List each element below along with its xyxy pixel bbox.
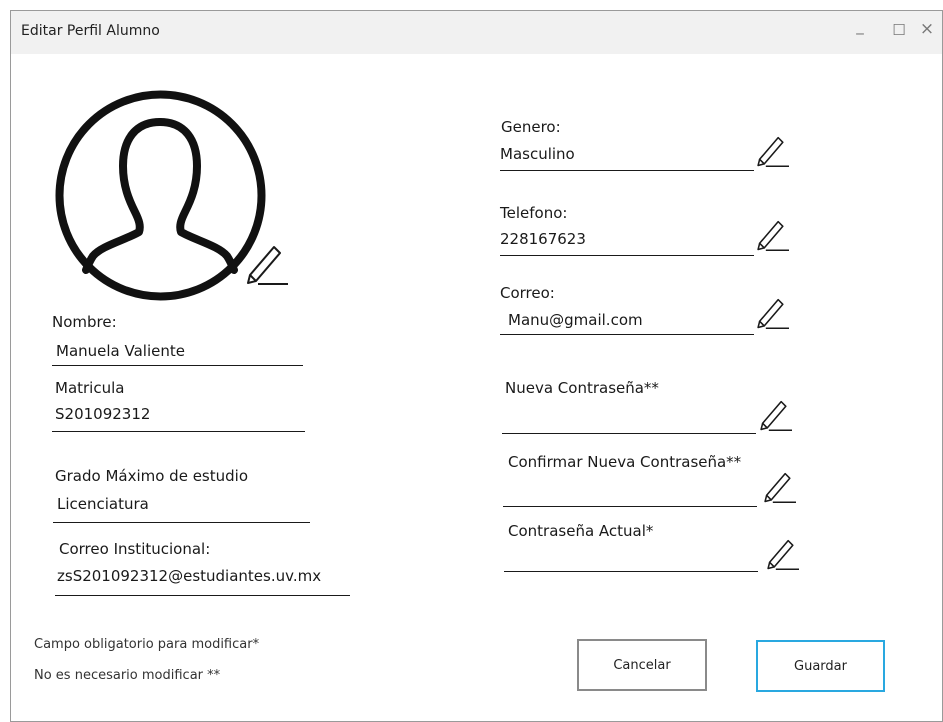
grado-label: Grado Máximo de estudio: [55, 467, 249, 485]
correo-institucional-underline: [55, 595, 350, 596]
edit-avatar-pencil-icon[interactable]: [244, 241, 288, 285]
save-button[interactable]: Guardar: [756, 640, 885, 692]
genero-underline: [500, 170, 754, 171]
window-title: Editar Perfil Alumno: [21, 23, 160, 39]
correo-underline: [500, 334, 754, 335]
nombre-underline: [52, 365, 303, 366]
cancel-button[interactable]: Cancelar: [577, 639, 707, 691]
minimize-button[interactable]: _: [851, 17, 869, 35]
nombre-label: Nombre:: [52, 313, 117, 331]
maximize-button[interactable]: ☐: [890, 21, 908, 39]
required-note: Campo obligatorio para modificar*: [34, 637, 260, 652]
grado-field[interactable]: Licenciatura: [57, 495, 149, 513]
matricula-underline: [52, 431, 305, 432]
correo-institucional-field[interactable]: zsS201092312@estudiantes.uv.mx: [57, 567, 321, 585]
avatar-icon: [55, 90, 266, 301]
nueva-contrasena-label: Nueva Contraseña**: [505, 379, 659, 397]
correo-field[interactable]: Manu@gmail.com: [508, 311, 643, 329]
telefono-field[interactable]: 228167623: [500, 230, 586, 248]
correo-institucional-label: Correo Institucional:: [59, 540, 211, 558]
edit-contrasena-actual-pencil-icon[interactable]: [765, 533, 799, 573]
telefono-label: Telefono:: [500, 204, 568, 222]
nombre-field[interactable]: Manuela Valiente: [56, 342, 185, 360]
edit-genero-pencil-icon[interactable]: [755, 130, 789, 170]
edit-nueva-contrasena-pencil-icon[interactable]: [758, 394, 792, 434]
genero-field[interactable]: Masculino: [500, 145, 575, 163]
confirmar-contrasena-underline: [503, 506, 757, 507]
matricula-field[interactable]: S201092312: [55, 405, 150, 423]
genero-label: Genero:: [501, 118, 561, 136]
title-bar: Editar Perfil Alumno _ ☐ ×: [11, 11, 942, 54]
correo-label: Correo:: [500, 284, 555, 302]
grado-underline: [53, 522, 310, 523]
contrasena-actual-underline: [504, 571, 758, 572]
contrasena-actual-label: Contraseña Actual*: [508, 522, 654, 540]
nueva-contrasena-underline: [502, 433, 756, 434]
matricula-label: Matricula: [55, 379, 125, 397]
close-button[interactable]: ×: [918, 19, 936, 39]
optional-note: No es necesario modificar **: [34, 668, 221, 683]
telefono-underline: [500, 255, 754, 256]
edit-confirmar-contrasena-pencil-icon[interactable]: [762, 466, 796, 506]
confirmar-contrasena-label: Confirmar Nueva Contraseña**: [508, 453, 742, 471]
edit-telefono-pencil-icon[interactable]: [755, 214, 789, 254]
edit-correo-pencil-icon[interactable]: [755, 292, 789, 332]
